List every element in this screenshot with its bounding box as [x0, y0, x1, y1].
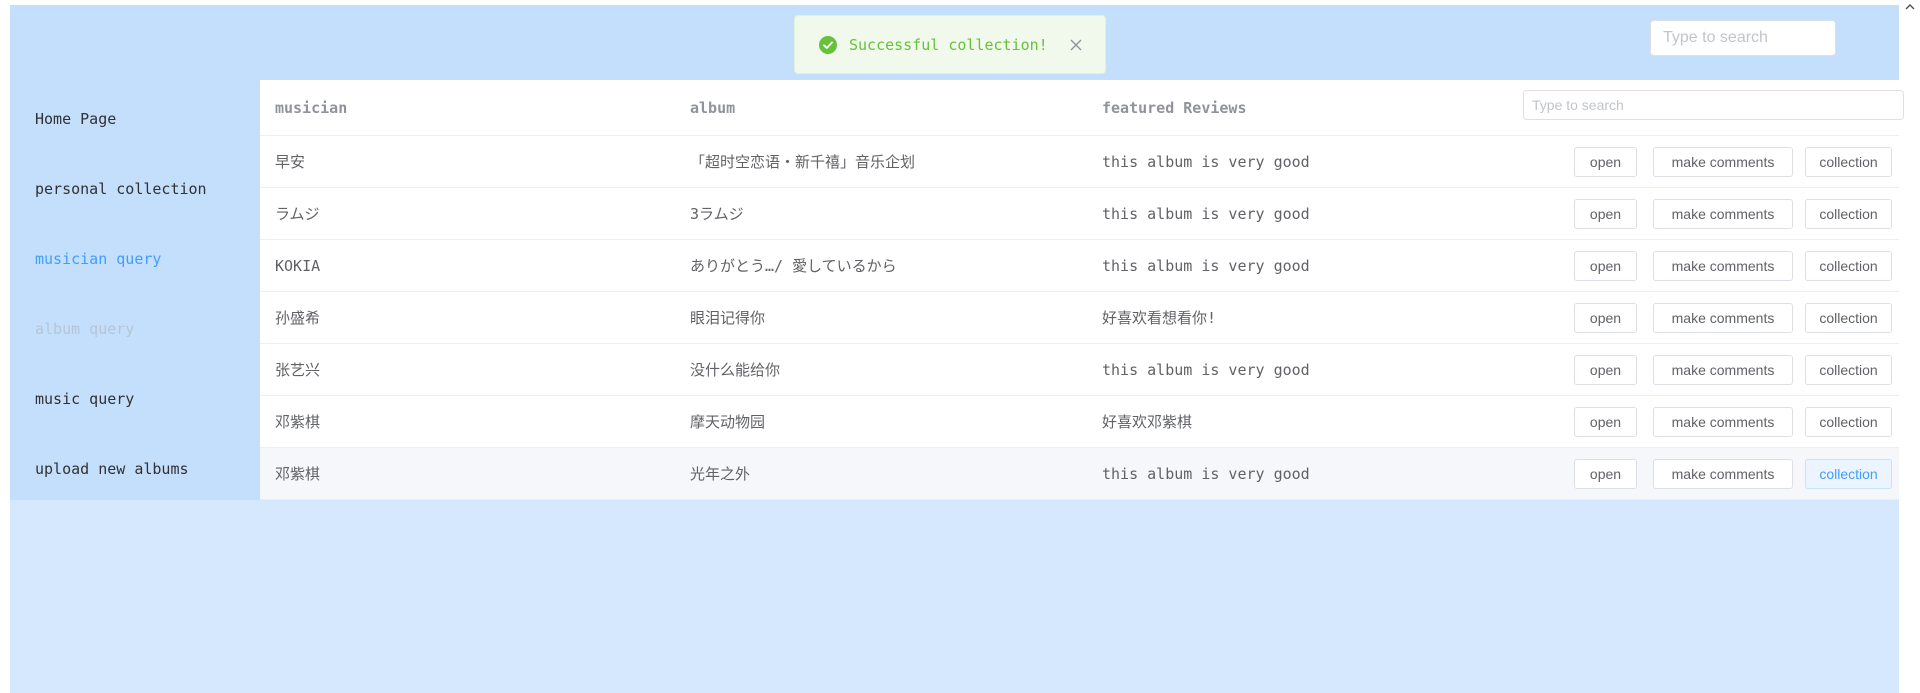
collection-button[interactable]: collection [1805, 355, 1892, 385]
close-icon[interactable] [1067, 36, 1085, 54]
review-cell: this album is very good [1102, 256, 1310, 275]
make-comments-button[interactable]: make comments [1653, 147, 1793, 177]
collection-button[interactable]: collection [1805, 147, 1892, 177]
table-search-input[interactable] [1523, 90, 1904, 120]
check-circle-icon [819, 35, 837, 54]
table-row: KOKIA ありがとう…/ 愛しているから this album is very… [260, 240, 1899, 292]
musician-cell: 邓紫棋 [275, 413, 321, 431]
album-table: musician album featured Reviews 早安 「超时空恋… [260, 80, 1904, 500]
make-comments-button[interactable]: make comments [1653, 303, 1793, 333]
collection-button[interactable]: collection [1805, 407, 1892, 437]
album-cell: 光年之外 [690, 465, 751, 483]
open-button[interactable]: open [1574, 303, 1637, 333]
collection-button[interactable]: collection [1805, 303, 1892, 333]
make-comments-button[interactable]: make comments [1653, 459, 1793, 489]
sidebar-item-upload-new-albums[interactable]: upload new albums [35, 460, 189, 478]
musician-cell: 孙盛希 [275, 309, 321, 327]
open-button[interactable]: open [1574, 251, 1637, 281]
sidebar-item-musician-query[interactable]: musician query [35, 250, 161, 268]
success-toast: Successful collection! [794, 15, 1106, 74]
collection-button[interactable]: collection [1805, 199, 1892, 229]
make-comments-button[interactable]: make comments [1653, 407, 1793, 437]
review-cell: this album is very good [1102, 204, 1310, 223]
collection-button[interactable]: collection [1805, 459, 1892, 489]
table-header-row: musician album featured Reviews [260, 80, 1904, 136]
header-search-input[interactable] [1650, 20, 1836, 56]
album-cell: ありがとう…/ 愛しているから [690, 257, 897, 275]
review-cell: this album is very good [1102, 360, 1310, 379]
open-button[interactable]: open [1574, 199, 1637, 229]
album-cell: 「超时空恋语・新千禧」音乐企划 [690, 153, 916, 171]
column-header-featured-reviews: featured Reviews [1102, 98, 1247, 117]
open-button[interactable]: open [1574, 407, 1637, 437]
toast-message: Successful collection! [849, 35, 1048, 54]
make-comments-button[interactable]: make comments [1653, 199, 1793, 229]
musician-cell: KOKIA [275, 256, 321, 275]
review-cell: 好喜欢邓紫棋 [1102, 413, 1193, 431]
sidebar-item-music-query[interactable]: music query [35, 390, 134, 408]
sidebar-item-home-page[interactable]: Home Page [35, 110, 116, 128]
sidebar-item-personal-collection[interactable]: personal collection [35, 180, 207, 198]
open-button[interactable]: open [1574, 147, 1637, 177]
album-cell: 眼泪记得你 [690, 309, 766, 327]
table-row: ラムジ 3ラムジ this album is very good open ma… [260, 188, 1899, 240]
sidebar-nav: Home Page personal collection musician q… [10, 80, 260, 500]
app-page: Successful collection! Home Page persona… [10, 5, 1904, 693]
album-cell: 摩天动物园 [690, 413, 766, 431]
scroll-up-arrow[interactable] [1900, 0, 1920, 14]
review-cell: this album is very good [1102, 152, 1310, 171]
open-button[interactable]: open [1574, 355, 1637, 385]
album-cell: 没什么能给你 [690, 361, 781, 379]
make-comments-button[interactable]: make comments [1653, 251, 1793, 281]
review-cell: 好喜欢看想看你! [1102, 309, 1217, 327]
collection-button[interactable]: collection [1805, 251, 1892, 281]
musician-cell: 早安 [275, 153, 306, 171]
table-row: 孙盛希 眼泪记得你 好喜欢看想看你! open make comments co… [260, 292, 1899, 344]
table-row: 邓紫棋 摩天动物园 好喜欢邓紫棋 open make comments coll… [260, 396, 1899, 448]
musician-cell: ラムジ [275, 205, 320, 223]
album-cell: 3ラムジ [690, 205, 744, 223]
table-row: 早安 「超时空恋语・新千禧」音乐企划 this album is very go… [260, 136, 1899, 188]
open-button[interactable]: open [1574, 459, 1637, 489]
column-header-album: album [690, 98, 736, 117]
musician-cell: 张艺兴 [275, 361, 321, 379]
column-header-musician: musician [275, 98, 348, 117]
make-comments-button[interactable]: make comments [1653, 355, 1793, 385]
review-cell: this album is very good [1102, 464, 1310, 483]
table-row: 张艺兴 没什么能给你 this album is very good open … [260, 344, 1899, 396]
musician-cell: 邓紫棋 [275, 465, 321, 483]
chevron-up-icon [1905, 4, 1915, 10]
sidebar-item-album-query: album query [35, 320, 135, 338]
table-row: 邓紫棋 光年之外 this album is very good open ma… [260, 448, 1899, 500]
